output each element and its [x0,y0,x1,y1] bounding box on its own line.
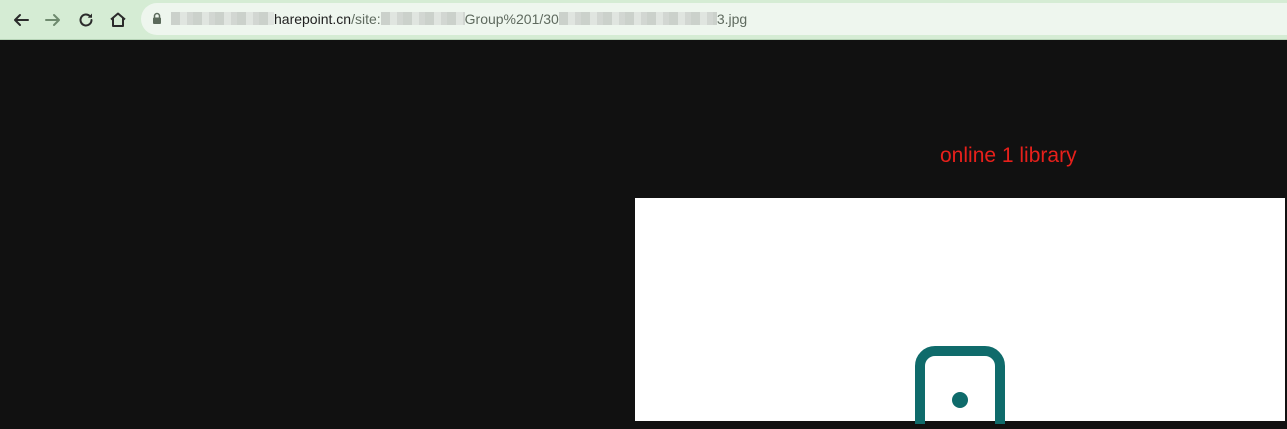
home-button[interactable] [105,7,131,33]
image-viewer: online 1 library [0,40,1287,424]
redacted-segment [171,12,274,25]
redacted-segment [380,12,465,25]
url-domain: harepoint.cn [274,11,352,27]
forward-button[interactable] [40,7,66,33]
reload-button[interactable] [73,7,99,33]
reload-icon [77,11,95,29]
redacted-segment [558,12,717,25]
image-caption: online 1 library [940,144,1077,167]
address-bar[interactable]: harepoint.cn/site: Group%201/30 3.jpg [141,3,1287,35]
image-content [635,198,1285,424]
url-path-prefix: /site: [351,11,381,27]
forward-arrow-icon [44,11,62,29]
url-file-name: 3.jpg [716,11,748,27]
browser-toolbar: harepoint.cn/site: Group%201/30 3.jpg [0,0,1287,40]
back-arrow-icon [12,11,30,29]
url-text[interactable]: harepoint.cn/site: Group%201/30 3.jpg [171,11,747,27]
url-path-folder: Group%201/30 [464,11,559,27]
phone-device-icon [912,344,1008,429]
lock-icon[interactable] [152,12,162,30]
home-icon [109,11,127,29]
back-button[interactable] [8,7,34,33]
